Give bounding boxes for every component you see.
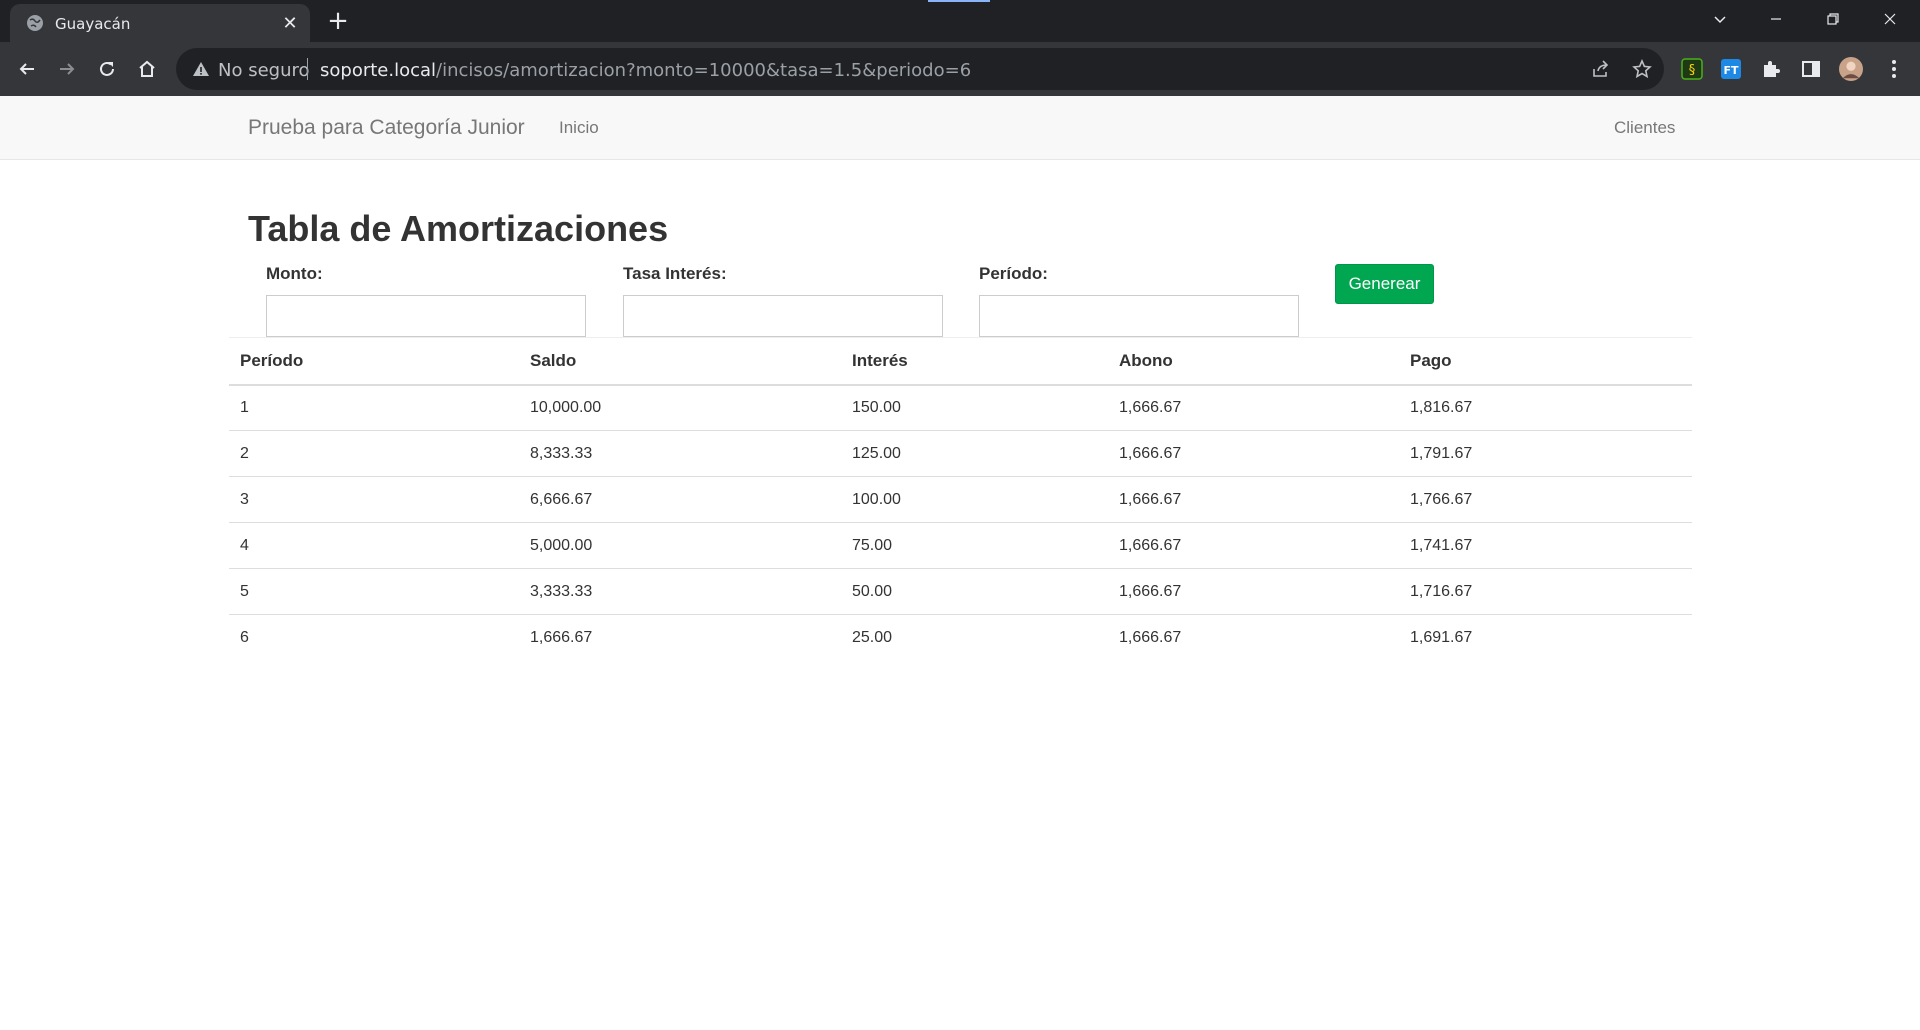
back-icon[interactable]: [11, 53, 43, 85]
warning-icon[interactable]: [192, 60, 210, 78]
table-cell: 25.00: [841, 614, 1108, 661]
column-header: Abono: [1108, 337, 1399, 386]
url-text[interactable]: soporte.local/incisos/amortizacion?monto…: [320, 60, 971, 81]
periodo-label: Período:: [979, 264, 1048, 283]
address-bar[interactable]: No seguro soporte.local/incisos/amortiza…: [176, 48, 1664, 90]
table-cell: 6: [229, 614, 519, 661]
svg-text:§: §: [1689, 63, 1696, 78]
table-cell: 1,716.67: [1399, 568, 1692, 615]
extension-script-icon[interactable]: §: [1680, 57, 1704, 81]
table-cell: 1,741.67: [1399, 522, 1692, 569]
minimize-icon[interactable]: [1748, 0, 1804, 38]
sidebar-icon[interactable]: [1799, 57, 1823, 81]
monto-input[interactable]: [266, 295, 586, 337]
table-row: 4 5,000.00 75.00 1,666.67 1,741.67: [229, 522, 1692, 569]
table-cell: 1,666.67: [1119, 398, 1182, 416]
column-header: Período: [229, 337, 519, 386]
tab-search-chevron-icon[interactable]: [1692, 0, 1748, 38]
nav-link-inicio[interactable]: Inicio: [559, 118, 599, 138]
table-cell: 2: [229, 430, 519, 477]
site-brand[interactable]: Prueba para Categoría Junior: [248, 116, 525, 140]
share-icon[interactable]: [1590, 58, 1612, 80]
table-cell: 1,816.67: [1410, 398, 1473, 416]
menu-kebab-icon[interactable]: [1882, 57, 1906, 81]
table-cell: 4: [229, 522, 519, 569]
table-cell: 1,666.67: [1108, 568, 1399, 615]
forward-icon[interactable]: [51, 53, 83, 85]
home-icon[interactable]: [131, 53, 163, 85]
star-icon[interactable]: [1631, 58, 1653, 80]
table-cell: 150.00: [852, 398, 901, 416]
table-cell: 10,000.00: [530, 398, 602, 416]
table-cell: 1,766.67: [1399, 476, 1692, 523]
table-row: 1 10,000.00 150.00 1,666.67 1,816.67: [229, 385, 1692, 431]
monto-label: Monto:: [266, 264, 323, 283]
browser-toolbar: No seguro soporte.local/incisos/amortiza…: [0, 42, 1920, 96]
table-cell: 1,666.67: [1108, 430, 1399, 477]
column-header: Interés: [841, 337, 1108, 386]
table-cell: 1: [240, 398, 249, 416]
browser-tab[interactable]: Guayacán ✕: [10, 4, 310, 42]
table-cell: 1,691.67: [1399, 614, 1692, 661]
nav-link-clientes[interactable]: Clientes: [1614, 118, 1675, 138]
security-label[interactable]: No seguro: [218, 60, 310, 81]
new-tab-icon[interactable]: +: [324, 8, 352, 36]
reload-icon[interactable]: [91, 53, 123, 85]
page-title: Tabla de Amortizaciones: [248, 208, 669, 249]
table-row: 5 3,333.33 50.00 1,666.67 1,716.67: [229, 568, 1692, 615]
table-cell: 50.00: [841, 568, 1108, 615]
table-cell: 1,666.67: [519, 614, 841, 661]
periodo-input[interactable]: [979, 295, 1299, 337]
table-cell: 5,000.00: [519, 522, 841, 569]
table-cell: 1,666.67: [1108, 476, 1399, 523]
browser-tab-strip: Guayacán ✕ +: [0, 0, 1920, 42]
tasa-input[interactable]: [623, 295, 943, 337]
tab-search-indicator: [928, 0, 990, 2]
table-cell: 6,666.67: [519, 476, 841, 523]
table-cell: 3: [229, 476, 519, 523]
extensions-puzzle-icon[interactable]: [1759, 57, 1783, 81]
table-row: 3 6,666.67 100.00 1,666.67 1,766.67: [229, 476, 1692, 523]
table-cell: 1,666.67: [1108, 522, 1399, 569]
close-icon[interactable]: ✕: [280, 13, 300, 33]
table-row: 2 8,333.33 125.00 1,666.67 1,791.67: [229, 430, 1692, 477]
globe-icon: [26, 14, 44, 32]
extension-ft-icon[interactable]: FT: [1719, 57, 1743, 81]
avatar[interactable]: [1839, 57, 1863, 81]
site-navbar: Prueba para Categoría Junior Inicio Clie…: [0, 96, 1920, 160]
divider: [307, 58, 308, 80]
table-row: 6 1,666.67 25.00 1,666.67 1,691.67: [229, 614, 1692, 661]
url-path: /incisos/amortizacion?monto=10000&tasa=1…: [436, 60, 972, 81]
tasa-label: Tasa Interés:: [623, 264, 727, 283]
table-cell: 5: [229, 568, 519, 615]
restore-icon[interactable]: [1805, 0, 1861, 38]
table-cell: 3,333.33: [519, 568, 841, 615]
table-cell: 100.00: [841, 476, 1108, 523]
column-header: Pago: [1399, 337, 1692, 386]
column-header: Saldo: [519, 337, 841, 386]
svg-text:FT: FT: [1723, 64, 1739, 77]
table-cell: 1,791.67: [1399, 430, 1692, 477]
table-cell: 8,333.33: [519, 430, 841, 477]
table-cell: 125.00: [841, 430, 1108, 477]
tab-title: Guayacán: [55, 15, 131, 33]
window-close-icon[interactable]: [1862, 0, 1918, 38]
table-cell: 75.00: [841, 522, 1108, 569]
table-header-row: Período Saldo Interés Abono Pago: [229, 337, 1692, 386]
table-cell: 1,666.67: [1108, 614, 1399, 661]
generate-button[interactable]: Generear: [1335, 264, 1434, 304]
url-host: soporte.local: [320, 60, 437, 81]
amortization-table: Período Saldo Interés Abono Pago 1 10,00…: [229, 337, 1692, 661]
